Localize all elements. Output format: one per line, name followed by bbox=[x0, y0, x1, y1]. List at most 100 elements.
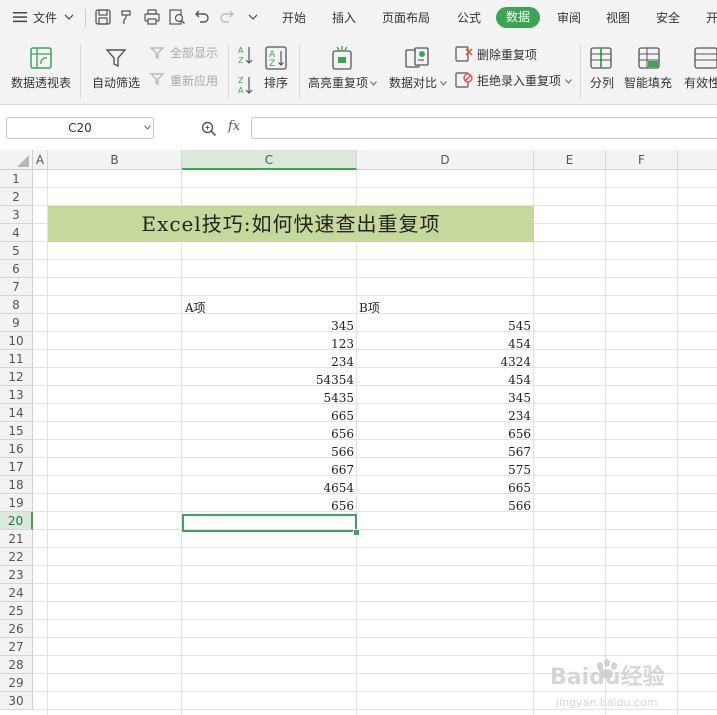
autofilter-button[interactable]: 自动筛选 bbox=[92, 75, 140, 91]
column-header-e[interactable]: E bbox=[534, 150, 606, 170]
highlight-duplicates-button[interactable]: 高亮重复项 bbox=[308, 75, 368, 91]
cell-a-value[interactable]: 5435 bbox=[182, 389, 354, 407]
row-header-21[interactable]: 21 bbox=[0, 530, 33, 548]
tab-security[interactable]: 安全 bbox=[656, 9, 680, 27]
compare-data-button[interactable]: 数据对比 bbox=[389, 75, 437, 91]
column-header-g[interactable] bbox=[678, 150, 717, 170]
cell-a-value[interactable]: 667 bbox=[182, 461, 354, 479]
cell-b-value[interactable]: 234 bbox=[357, 407, 531, 425]
row-header-27[interactable]: 27 bbox=[0, 638, 33, 656]
cell-b-value[interactable]: 656 bbox=[357, 425, 531, 443]
column-header-d[interactable]: D bbox=[357, 150, 534, 170]
column-header-c[interactable]: C bbox=[182, 150, 357, 170]
row-header-11[interactable]: 11 bbox=[0, 350, 33, 368]
row-header-10[interactable]: 10 bbox=[0, 332, 33, 350]
reapply-button[interactable]: 重新应用 bbox=[170, 73, 218, 89]
chevron-down-icon[interactable] bbox=[370, 81, 377, 86]
row-header-26[interactable]: 26 bbox=[0, 620, 33, 638]
cell-a-value[interactable]: 4654 bbox=[182, 479, 354, 497]
row-header-4[interactable]: 4 bbox=[0, 224, 33, 242]
cell-a-value[interactable]: 656 bbox=[182, 497, 354, 515]
undo-icon[interactable] bbox=[193, 8, 211, 26]
column-header-a[interactable]: A bbox=[33, 150, 48, 170]
row-header-17[interactable]: 17 bbox=[0, 458, 33, 476]
row-header-13[interactable]: 13 bbox=[0, 386, 33, 404]
cell-a-value[interactable]: 123 bbox=[182, 335, 354, 353]
tab-formulas[interactable]: 公式 bbox=[457, 9, 481, 27]
chevron-down-icon[interactable] bbox=[64, 12, 74, 22]
name-box[interactable]: C20 bbox=[6, 117, 154, 139]
row-header-12[interactable]: 12 bbox=[0, 368, 33, 386]
tab-developer[interactable]: 开 bbox=[706, 9, 717, 27]
row-header-14[interactable]: 14 bbox=[0, 404, 33, 422]
redo-icon[interactable] bbox=[218, 8, 236, 26]
format-painter-icon[interactable] bbox=[118, 8, 136, 26]
zoom-search-icon[interactable] bbox=[201, 121, 217, 137]
cell-a-value[interactable]: 656 bbox=[182, 425, 354, 443]
print-preview-icon[interactable] bbox=[168, 8, 186, 26]
cell-b-value[interactable]: 566 bbox=[357, 497, 531, 515]
row-header-3[interactable]: 3 bbox=[0, 206, 33, 224]
cell-b-value[interactable]: 567 bbox=[357, 443, 531, 461]
cell-b-value[interactable]: 454 bbox=[357, 371, 531, 389]
row-header-16[interactable]: 16 bbox=[0, 440, 33, 458]
row-header-9[interactable]: 9 bbox=[0, 314, 33, 332]
row-header-2[interactable]: 2 bbox=[0, 188, 33, 206]
row-header-7[interactable]: 7 bbox=[0, 278, 33, 296]
row-header-30[interactable]: 30 bbox=[0, 692, 33, 710]
customize-toolbar-icon[interactable] bbox=[244, 8, 262, 26]
print-icon[interactable] bbox=[143, 8, 161, 26]
cell-b-value[interactable]: 4324 bbox=[357, 353, 531, 371]
cell-a-value[interactable]: 234 bbox=[182, 353, 354, 371]
cell-b-value[interactable]: 345 bbox=[357, 389, 531, 407]
split-column-button[interactable]: 分列 bbox=[590, 75, 614, 91]
cell-b-value[interactable]: 575 bbox=[357, 461, 531, 479]
formula-input[interactable] bbox=[251, 117, 717, 139]
row-header-24[interactable]: 24 bbox=[0, 584, 33, 602]
row-header-15[interactable]: 15 bbox=[0, 422, 33, 440]
row-header-6[interactable]: 6 bbox=[0, 260, 33, 278]
data-validity-button[interactable]: 有效性 bbox=[684, 75, 717, 91]
chevron-down-icon[interactable] bbox=[144, 125, 151, 130]
cell-a-value[interactable]: 665 bbox=[182, 407, 354, 425]
tab-review[interactable]: 审阅 bbox=[557, 9, 581, 27]
row-header-19[interactable]: 19 bbox=[0, 494, 33, 512]
tab-view[interactable]: 视图 bbox=[606, 9, 630, 27]
file-menu[interactable]: 文件 bbox=[33, 9, 57, 27]
hamburger-menu-icon[interactable] bbox=[12, 10, 28, 24]
cell-b-value[interactable]: 665 bbox=[357, 479, 531, 497]
cell-b-value[interactable]: 454 bbox=[357, 335, 531, 353]
insert-function-button[interactable]: fx bbox=[228, 119, 240, 134]
delete-duplicates-button[interactable]: 删除重复项 bbox=[477, 47, 537, 63]
header-a-cell[interactable]: A项 bbox=[185, 299, 206, 317]
cell-a-value[interactable]: 54354 bbox=[182, 371, 354, 389]
cell-a-value[interactable]: 345 bbox=[182, 317, 354, 335]
tab-page-layout[interactable]: 页面布局 bbox=[382, 9, 430, 27]
cell-b-value[interactable]: 545 bbox=[357, 317, 531, 335]
chevron-down-icon[interactable] bbox=[440, 81, 447, 86]
save-icon[interactable] bbox=[94, 8, 112, 26]
row-header-8[interactable]: 8 bbox=[0, 296, 33, 314]
reject-duplicates-button[interactable]: 拒绝录入重复项 bbox=[477, 73, 561, 89]
row-header-29[interactable]: 29 bbox=[0, 674, 33, 692]
active-cell-c20[interactable] bbox=[182, 514, 357, 532]
cell-a-value[interactable]: 566 bbox=[182, 443, 354, 461]
column-header-b[interactable]: B bbox=[48, 150, 182, 170]
sort-descending-icon[interactable]: ZA bbox=[237, 74, 253, 96]
row-header-1[interactable]: 1 bbox=[0, 170, 33, 188]
sort-ascending-icon[interactable]: AZ bbox=[237, 44, 253, 66]
sort-button[interactable]: 排序 bbox=[264, 75, 288, 91]
show-all-button[interactable]: 全部显示 bbox=[170, 45, 218, 61]
row-header-28[interactable]: 28 bbox=[0, 656, 33, 674]
fill-handle[interactable] bbox=[353, 529, 360, 536]
row-header-22[interactable]: 22 bbox=[0, 548, 33, 566]
flash-fill-button[interactable]: 智能填充 bbox=[624, 75, 672, 91]
chevron-down-icon[interactable] bbox=[565, 79, 572, 84]
row-header-25[interactable]: 25 bbox=[0, 602, 33, 620]
row-header-18[interactable]: 18 bbox=[0, 476, 33, 494]
pivot-table-button[interactable]: 数据透视表 bbox=[11, 75, 71, 91]
tab-home[interactable]: 开始 bbox=[282, 9, 306, 27]
tab-data[interactable]: 数据 bbox=[496, 7, 540, 28]
select-all-corner[interactable] bbox=[0, 150, 33, 170]
row-header-20[interactable]: 20 bbox=[0, 512, 33, 530]
